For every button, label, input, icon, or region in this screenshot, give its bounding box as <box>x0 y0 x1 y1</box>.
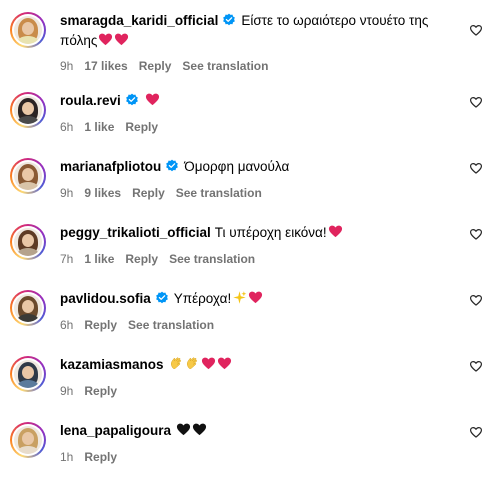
reply-button[interactable]: Reply <box>132 186 165 200</box>
comment-content: pavlidou.sofia Υπέροχα! <box>60 289 457 309</box>
reply-button[interactable]: Reply <box>84 384 117 398</box>
likes-count[interactable]: 9 likes <box>84 186 121 200</box>
sparkles-emoji-icon <box>233 291 247 304</box>
clapping-hands-emoji-icon <box>186 357 197 369</box>
like-heart-icon[interactable] <box>469 426 483 439</box>
verified-badge-icon <box>125 93 138 106</box>
like-heart-icon[interactable] <box>469 96 483 109</box>
red-heart-emoji-icon <box>145 93 159 106</box>
comment-text: Υπέροχα! <box>173 291 232 306</box>
username-link[interactable]: lena_papaligoura <box>60 423 171 438</box>
reply-button[interactable]: Reply <box>139 59 172 73</box>
comment-content: roula.revi <box>60 91 457 111</box>
like-heart-icon[interactable] <box>469 228 483 241</box>
clapping-hands-emoji-icon <box>170 357 181 369</box>
comment-text: Τι υπέροχη εικόνα! <box>214 225 327 240</box>
username-link[interactable]: peggy_trikalioti_official <box>60 225 211 240</box>
comment-meta: 9h 17 likes Reply See translation <box>60 58 279 74</box>
red-heart-emoji-icon <box>201 357 215 370</box>
comment-timestamp[interactable]: 6h <box>60 318 73 332</box>
comment-meta: 6h 1 like Reply <box>60 119 169 135</box>
comment-meta: 6h Reply See translation <box>60 317 225 333</box>
comment-timestamp[interactable]: 9h <box>60 384 73 398</box>
comment-meta: 7h 1 like Reply See translation <box>60 251 266 267</box>
comment-meta: 9h 9 likes Reply See translation <box>60 185 273 201</box>
see-translation-button[interactable]: See translation <box>182 59 268 73</box>
black-heart-emoji-icon <box>192 423 207 436</box>
reply-button[interactable]: Reply <box>84 318 117 332</box>
verified-badge-icon <box>155 291 168 304</box>
red-heart-emoji-icon <box>115 33 129 46</box>
comment-meta: 9h Reply <box>60 383 128 399</box>
like-heart-icon[interactable] <box>469 24 483 37</box>
comment-timestamp[interactable]: 9h <box>60 59 73 73</box>
verified-badge-icon <box>166 159 179 172</box>
reply-button[interactable]: Reply <box>125 120 158 134</box>
comment-content: kazamiasmanos <box>60 355 457 375</box>
reply-button[interactable]: Reply <box>125 252 158 266</box>
username-link[interactable]: pavlidou.sofia <box>60 291 151 306</box>
verified-badge-icon <box>223 13 236 26</box>
red-heart-emoji-icon <box>217 357 231 370</box>
like-heart-icon[interactable] <box>469 294 483 307</box>
avatar[interactable] <box>10 422 46 458</box>
see-translation-button[interactable]: See translation <box>176 186 262 200</box>
comment-content: lena_papaligoura <box>60 421 457 441</box>
see-translation-button[interactable]: See translation <box>128 318 214 332</box>
avatar[interactable] <box>10 224 46 260</box>
comment-timestamp[interactable]: 7h <box>60 252 73 266</box>
avatar[interactable] <box>10 92 46 128</box>
avatar[interactable] <box>10 356 46 392</box>
username-link[interactable]: smaragda_karidi_official <box>60 13 218 28</box>
red-heart-emoji-icon <box>249 291 263 304</box>
likes-count[interactable]: 1 like <box>84 120 114 134</box>
like-heart-icon[interactable] <box>469 162 483 175</box>
comment-content: smaragda_karidi_official Είστε το ωραιότε… <box>60 11 457 51</box>
see-translation-button[interactable]: See translation <box>169 252 255 266</box>
red-heart-emoji-icon <box>99 33 113 46</box>
username-link[interactable]: kazamiasmanos <box>60 357 164 372</box>
comment-content: marianafpliotou Όμορφη μανούλα <box>60 157 457 177</box>
comment-meta: 1h Reply <box>60 449 128 465</box>
comment-content: peggy_trikalioti_official Τι υπέροχη εικό… <box>60 223 457 243</box>
comment-timestamp[interactable]: 1h <box>60 450 73 464</box>
like-heart-icon[interactable] <box>469 360 483 373</box>
comment-timestamp[interactable]: 6h <box>60 120 73 134</box>
likes-count[interactable]: 1 like <box>84 252 114 266</box>
avatar[interactable] <box>10 290 46 326</box>
red-heart-emoji-icon <box>328 225 342 238</box>
black-heart-emoji-icon <box>176 423 191 436</box>
likes-count[interactable]: 17 likes <box>84 59 127 73</box>
username-link[interactable]: roula.revi <box>60 93 121 108</box>
avatar[interactable] <box>10 158 46 194</box>
comment-text: Όμορφη μανούλα <box>184 159 290 174</box>
comments-list: smaragda_karidi_official Είστε το ωραιότε… <box>0 0 493 479</box>
reply-button[interactable]: Reply <box>84 450 117 464</box>
comment-timestamp[interactable]: 9h <box>60 186 73 200</box>
username-link[interactable]: marianafpliotou <box>60 159 161 174</box>
avatar[interactable] <box>10 12 46 48</box>
